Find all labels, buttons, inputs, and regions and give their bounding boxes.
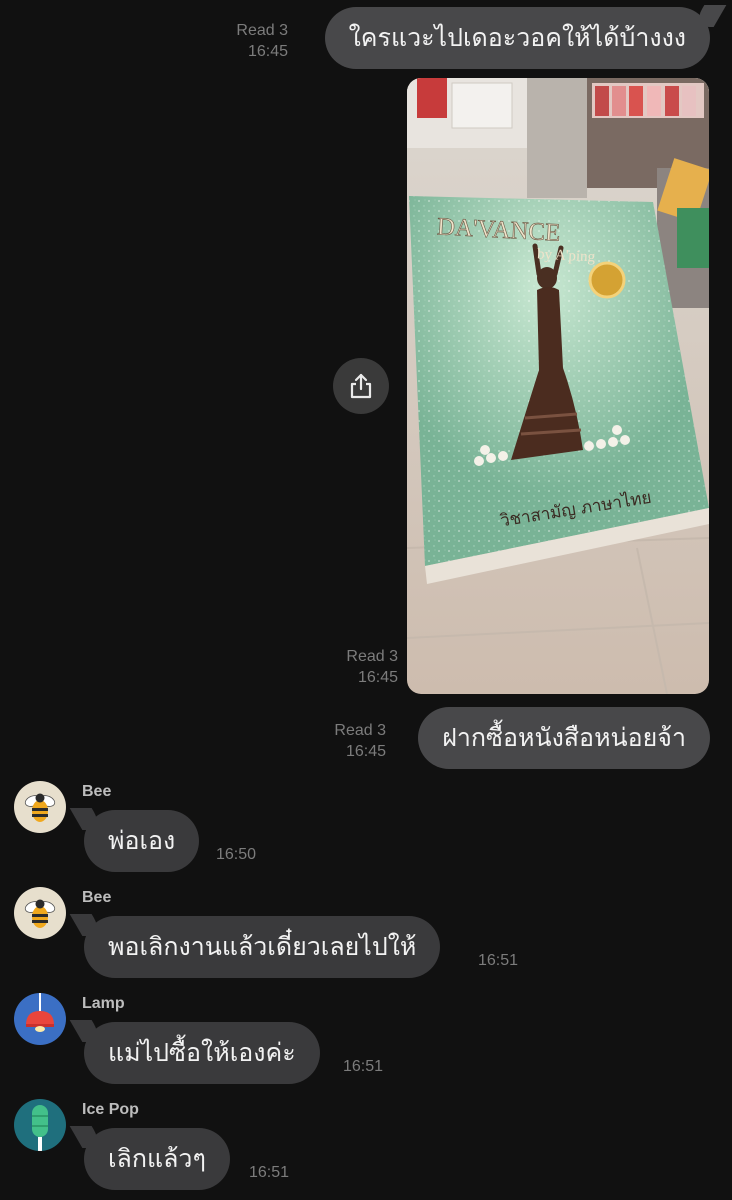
incoming-message-bubble[interactable]: พอเลิกงานแล้วเดี๋ยวเลยไปให้ <box>69 914 441 978</box>
lamp-icon <box>14 993 66 1045</box>
outgoing-message-bubble[interactable]: ใครแวะไปเดอะวอคให้ได้บ้างงง <box>324 5 727 69</box>
photo-book-image: DA'VANCE by A'ping วิชาสามัญ ภาษาไทย <box>407 78 709 694</box>
avatar-lamp[interactable] <box>14 993 66 1045</box>
message-time: 16:51 <box>478 952 519 969</box>
sender-name: Ice Pop <box>82 1101 139 1118</box>
message-time: 16:51 <box>343 1058 384 1075</box>
bubble-tail <box>69 808 105 830</box>
outgoing-message-bubble[interactable]: ฝากซื้อหนังสือหน่อยจ้า <box>418 707 710 769</box>
bubble-tail <box>69 914 105 936</box>
message-time: 16:50 <box>216 846 257 863</box>
read-status: Read 3 <box>346 648 398 665</box>
ice-pop-icon <box>14 1099 66 1151</box>
book-author: by A'ping <box>537 246 596 265</box>
message-time: 16:45 <box>247 43 288 60</box>
bubble-tail <box>69 1020 105 1042</box>
read-receipt: Read 3 16:45 <box>334 720 386 762</box>
bee-icon <box>14 887 66 939</box>
read-receipt: Read 3 16:45 <box>346 646 398 688</box>
read-status: Read 3 <box>236 22 288 39</box>
message-text: เลิกแล้วๆ <box>108 1144 206 1173</box>
sender-name: Lamp <box>82 995 125 1012</box>
read-status: Read 3 <box>334 722 386 739</box>
bubble-tail <box>69 1126 105 1148</box>
incoming-message-bubble[interactable]: เลิกแล้วๆ <box>69 1126 230 1190</box>
incoming-message-bubble[interactable]: แม่ไปซื้อให้เองค่ะ <box>69 1020 320 1084</box>
sender-name: Bee <box>82 783 112 800</box>
avatar-bee[interactable] <box>14 781 66 833</box>
message-text: ฝากซื้อหนังสือหน่อยจ้า <box>442 723 686 752</box>
shared-photo[interactable]: DA'VANCE by A'ping วิชาสามัญ ภาษาไทย <box>407 78 709 694</box>
avatar-bee[interactable] <box>14 887 66 939</box>
message-text: พอเลิกงานแล้วเดี๋ยวเลยไปให้ <box>108 932 417 961</box>
message-time: 16:45 <box>357 669 398 686</box>
sender-name: Bee <box>82 889 112 906</box>
incoming-message-bubble[interactable]: พ่อเอง <box>69 808 200 872</box>
message-text: ใครแวะไปเดอะวอคให้ได้บ้างงง <box>348 23 686 52</box>
message-text: แม่ไปซื้อให้เองค่ะ <box>108 1038 296 1067</box>
share-button[interactable] <box>333 358 389 414</box>
read-receipt: Read 3 16:45 <box>236 20 288 62</box>
message-time: 16:45 <box>345 743 386 760</box>
message-text: พ่อเอง <box>108 826 176 855</box>
share-icon <box>350 373 372 399</box>
message-time: 16:51 <box>249 1164 290 1181</box>
bubble-tail <box>691 5 727 27</box>
avatar-ice-pop[interactable] <box>14 1099 66 1151</box>
bee-icon <box>14 781 66 833</box>
